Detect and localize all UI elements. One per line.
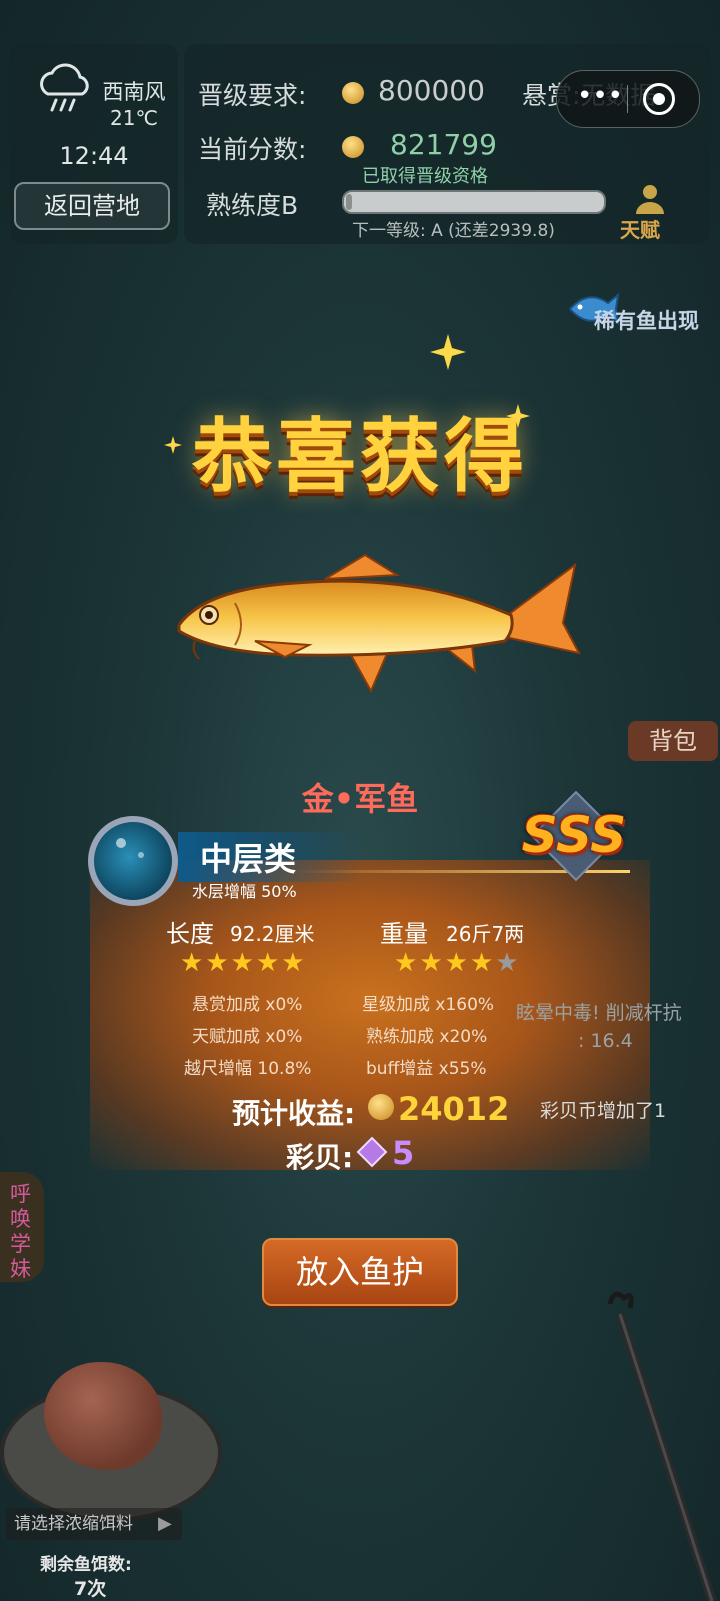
length-value: 92.2厘米: [230, 922, 315, 946]
rain-cloud-icon: [40, 63, 89, 112]
length-label: 长度: [166, 920, 214, 948]
shell-label: 彩贝:: [286, 1141, 354, 1174]
temperature: 21℃: [110, 106, 158, 130]
buff-gain: buff增益 x55%: [366, 1059, 487, 1079]
proficiency-bonus: 熟练加成 x20%: [366, 1027, 488, 1047]
rare-fish-text: 稀有鱼出现: [594, 309, 699, 333]
talent-button[interactable]: 天赋: [620, 214, 660, 243]
more-icon[interactable]: •••: [577, 81, 623, 111]
wind-direction: 西南风: [102, 80, 166, 104]
miniprogram-capsule: •••: [556, 70, 700, 128]
put-in-keepnet-button[interactable]: 放入鱼护: [262, 1238, 458, 1306]
proficiency-label: 熟练度B: [206, 191, 299, 220]
star-filled-icon: ★: [419, 948, 445, 978]
play-triangle-icon: ▶: [158, 1513, 172, 1534]
remaining-bait-label: 剩余鱼饵数:: [40, 1555, 132, 1575]
star-filled-icon: ★: [180, 948, 206, 978]
water-layer-badge-icon: [88, 816, 178, 906]
length-star-rating: ★★★★★: [180, 948, 307, 978]
next-level-text: 下一等级: A (还差2939.8): [352, 221, 555, 241]
requirement-value: 800000: [378, 74, 485, 107]
golden-fish-illustration: [177, 553, 581, 694]
shell-value: 5: [392, 1134, 415, 1172]
remaining-bait-count: 7次: [74, 1578, 107, 1600]
proficiency-bar: [342, 190, 606, 214]
poison-note: 眩晕中毒! 削减杆抗: [516, 1002, 682, 1024]
fishing-rod-icon: [607, 1291, 717, 1601]
shell-increase-note: 彩贝币增加了1: [540, 1100, 667, 1122]
star-filled-icon: ★: [255, 948, 282, 978]
star-filled-icon: ★: [281, 948, 307, 978]
water-layer-boost: 水层增幅 50%: [192, 882, 297, 901]
close-target-icon[interactable]: [643, 83, 675, 115]
shell-gem-icon: [356, 1136, 388, 1168]
qualified-text: 已取得晋级资格: [362, 166, 488, 187]
proficiency-bar-fill: [346, 194, 352, 210]
grade-text: SSS: [521, 806, 627, 864]
sparkle-icon: [430, 334, 466, 370]
talent-bonus: 天赋加成 x0%: [192, 1027, 303, 1047]
summon-label: 呼唤学妹: [10, 1182, 31, 1281]
star-filled-icon: ★: [469, 948, 496, 978]
weight-star-rating: ★★★★★: [394, 948, 521, 978]
current-score-label: 当前分数:: [198, 135, 307, 164]
star-filled-icon: ★: [394, 948, 420, 978]
bag-button[interactable]: 背包: [628, 721, 718, 761]
star-filled-icon: ★: [205, 948, 231, 978]
weight-label: 重量: [380, 920, 428, 948]
weight-value: 26斤7两: [446, 922, 525, 946]
bait-select-placeholder: 请选择浓缩饵料: [14, 1514, 133, 1534]
rare-fish-indicator[interactable]: 稀有鱼出现: [566, 285, 706, 333]
capsule-divider: [627, 85, 628, 113]
coin-icon: [368, 1094, 394, 1120]
back-to-camp-button[interactable]: 返回营地: [14, 182, 170, 230]
income-label: 预计收益:: [232, 1097, 356, 1130]
coin-icon: [342, 82, 364, 104]
coin-icon: [342, 136, 364, 158]
person-icon: [636, 185, 664, 214]
star-filled-icon: ★: [444, 948, 470, 978]
requirement-label: 晋级要求:: [198, 81, 307, 110]
income-value: 24012: [398, 1090, 510, 1128]
star-bonus: 星级加成 x160%: [362, 995, 495, 1015]
congrats-title: 恭喜获得: [192, 410, 528, 503]
clock-time: 12:44: [59, 142, 129, 170]
bounty-bonus: 悬赏加成 x0%: [192, 995, 303, 1015]
water-layer-name: 中层类: [200, 840, 297, 878]
poison-value: : 16.4: [578, 1030, 633, 1052]
bait-select[interactable]: 请选择浓缩饵料 ▶: [6, 1508, 182, 1540]
grade-badge: SSS: [514, 790, 634, 882]
weather-panel: 西南风 21℃ 12:44 返回营地: [10, 44, 178, 244]
star-filled-icon: ★: [230, 948, 256, 978]
star-empty-icon: ★: [495, 948, 521, 978]
current-score-value: 821799: [390, 128, 497, 161]
oversize-boost: 越尺增幅 10.8%: [184, 1059, 312, 1079]
